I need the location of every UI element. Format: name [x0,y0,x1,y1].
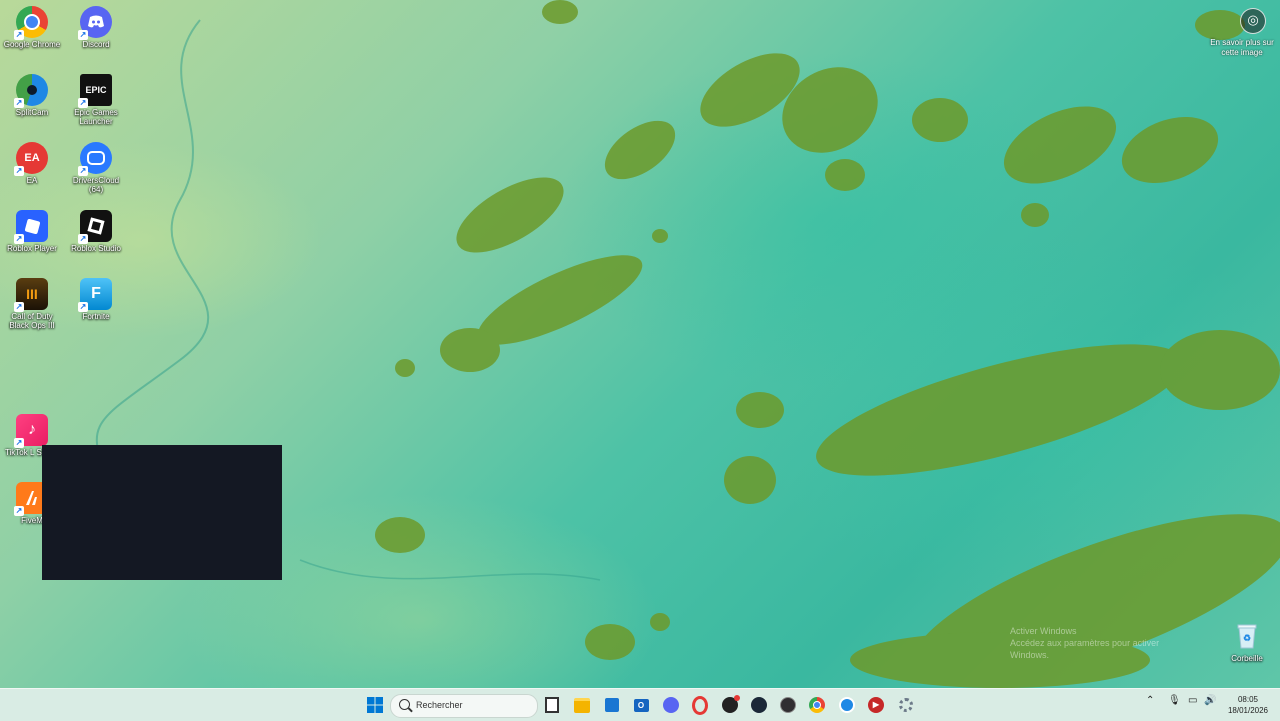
splitcam-icon [839,697,855,713]
windows-logo-icon [367,697,383,713]
roblox-player-icon: ↗ [14,210,48,244]
desktop-icon-label: Fortnite [82,312,110,321]
epic-games-icon: EPIC ↗ [78,74,112,108]
fortnite-glyph: F [91,285,101,302]
desktop-icon-label: Roblox Studio [71,244,121,253]
tray-overflow-chevron-icon[interactable]: ⌃ [1146,695,1154,706]
desktop-icon-google-chrome[interactable]: ↗ Google Chrome [1,2,63,49]
wallpaper-image [95,0,1280,688]
desktop-icon-label: Google Chrome [3,40,61,49]
desktop-icon-splitcam[interactable]: ↗ SplitCam [1,70,63,117]
camera-info-icon[interactable]: ◎ [1240,8,1266,34]
splitcam-icon: ↗ [14,74,48,108]
shortcut-arrow-icon: ↗ [14,30,24,40]
shortcut-arrow-icon: ↗ [78,166,88,176]
network-icon[interactable]: ▭ [1188,695,1197,706]
call-of-duty-icon: III ↗ [14,278,48,312]
taskbar-splitcam[interactable] [836,694,858,716]
taskbar: Rechercher O ▶ ⌃ 🎙 ▭ 🔊 08:05 18/01/2026 [0,688,1280,721]
svg-text:♻: ♻ [1243,633,1251,643]
taskbar-media-player[interactable]: ▶ [865,694,887,716]
shortcut-arrow-icon: ↗ [14,234,24,244]
fortnite-icon: F ↗ [78,278,112,312]
taskbar-app[interactable] [719,694,741,716]
desktop-icon-label: Discord [82,40,110,49]
desktop-icon-label: DriversCloud (64) [72,176,120,194]
desktop-icon-label: SplitCam [15,108,49,117]
desktop-icon-recycle-bin[interactable]: ♻ Corbeille [1216,616,1278,663]
shortcut-arrow-icon: ↗ [78,302,88,312]
taskbar-microsoft-store[interactable] [601,694,623,716]
search-icon [399,699,410,710]
obs-icon [780,697,796,713]
steam-icon [751,697,767,713]
shortcut-arrow-icon: ↗ [78,234,88,244]
taskbar-discord[interactable] [660,694,682,716]
call-of-duty-glyph: III [26,286,38,302]
desktop-icon-label: Epic Games Launcher [74,108,118,126]
clock-time: 08:05 [1237,695,1258,704]
epic-games-glyph: EPIC [85,85,107,95]
tiktok-studio-icon: ♪ ↗ [14,414,48,448]
roblox-studio-icon: ↗ [78,210,112,244]
image-info-link[interactable]: En savoir plus sur cette image [1206,38,1278,58]
task-view-button[interactable] [541,694,563,716]
task-view-icon [545,697,559,713]
activation-watermark: Activer Windows Accédez aux paramètres p… [1010,626,1160,660]
shortcut-arrow-icon: ↗ [14,166,24,176]
shortcut-arrow-icon: ↗ [78,98,88,108]
taskbar-file-explorer[interactable] [571,694,593,716]
driverscloud-icon: ↗ [78,142,112,176]
desktop-icon-discord[interactable]: ↗ Discord [65,2,127,49]
desktop-icon-driverscloud[interactable]: ↗ DriversCloud (64) [65,138,127,194]
redacted-region [42,445,282,580]
shortcut-arrow-icon: ↗ [14,438,24,448]
desktop: ↗ Google Chrome ↗ Discord ↗ SplitCam EPI… [0,0,1280,688]
taskbar-chrome[interactable] [806,694,828,716]
desktop-icon-epic-games[interactable]: EPIC ↗ Epic Games Launcher [65,70,127,126]
desktop-icon-label: EA [26,176,38,185]
file-explorer-icon [574,697,590,713]
taskbar-search[interactable]: Rechercher [390,694,538,718]
settings-icon [899,698,913,712]
desktop-icon-label: Roblox Player [7,244,57,253]
discord-icon [663,697,679,713]
ea-icon: EA ↗ [14,142,48,176]
shortcut-arrow-icon: ↗ [14,302,24,312]
shortcut-arrow-icon: ↗ [78,30,88,40]
taskbar-steam[interactable] [748,694,770,716]
shortcut-arrow-icon: ↗ [14,98,24,108]
opera-icon [692,695,708,715]
desktop-icon-fortnite[interactable]: F ↗ Fortnite [65,274,127,321]
desktop-icon-roblox-player[interactable]: ↗ Roblox Player [1,206,63,253]
media-player-icon: ▶ [868,697,884,713]
chrome-icon: ↗ [14,6,48,40]
recycle-bin-icon: ♻ [1231,620,1263,652]
outlook-icon: O [633,698,649,712]
taskbar-outlook[interactable]: O [630,694,652,716]
microphone-icon[interactable]: 🎙 [1168,695,1181,706]
volume-icon[interactable]: 🔊 [1204,695,1216,706]
discord-icon: ↗ [78,6,112,40]
taskbar-opera[interactable] [689,694,711,716]
taskbar-clock[interactable]: 08:05 18/01/2026 [1228,694,1268,716]
taskbar-obs[interactable] [777,694,799,716]
desktop-icon-ea[interactable]: EA ↗ EA [1,138,63,185]
desktop-icon-roblox-studio[interactable]: ↗ Roblox Studio [65,206,127,253]
desktop-icon-call-of-duty[interactable]: III ↗ Call of Duty Black Ops III [1,274,63,330]
clock-date: 18/01/2026 [1227,706,1268,715]
taskbar-settings[interactable] [895,694,917,716]
desktop-icon-label: Call of Duty Black Ops III [9,312,55,330]
shortcut-arrow-icon: ↗ [14,506,24,516]
chrome-icon [809,697,825,713]
desktop-icon-label: Corbeille [1231,654,1263,663]
start-button[interactable] [364,694,386,716]
search-placeholder: Rechercher [416,700,463,710]
ea-glyph: EA [24,152,40,164]
microsoft-store-icon [605,698,619,712]
app-red-dot-icon [722,695,740,713]
